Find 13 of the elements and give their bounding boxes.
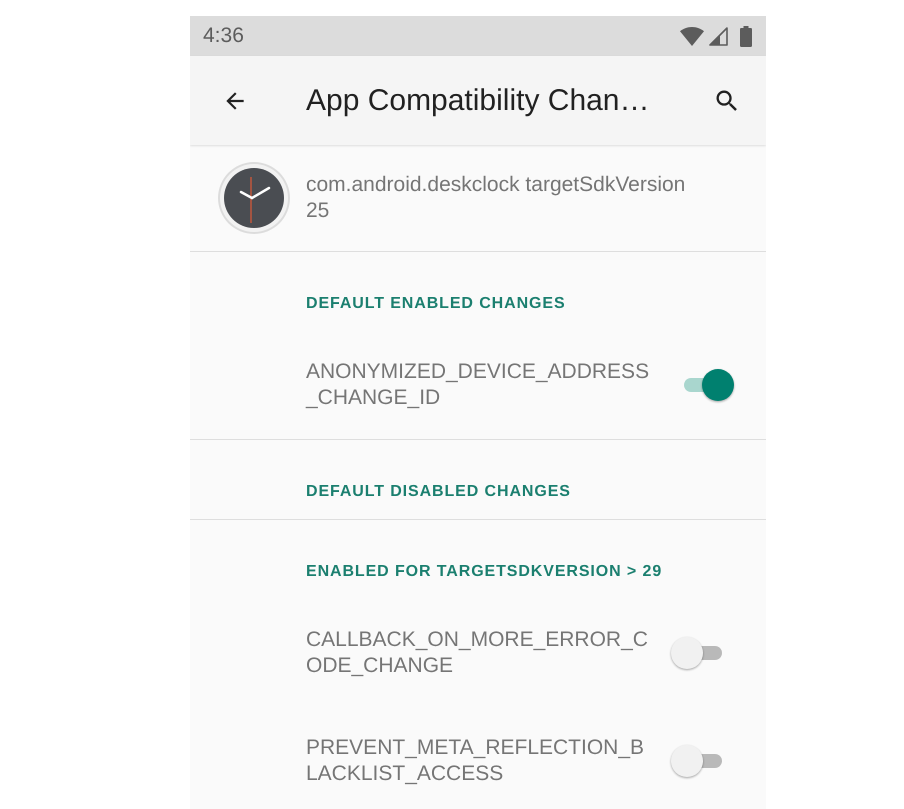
app-bar-title: App Compatibility Chan… xyxy=(306,82,650,118)
wifi-icon xyxy=(680,26,704,46)
clock-icon xyxy=(217,161,291,235)
change-id-label: PREVENT_META_REFLECTION_BLACKLIST_ACCESS xyxy=(306,735,646,787)
change-id-label: CALLBACK_ON_MORE_ERROR_CODE_CHANGE xyxy=(306,627,649,679)
signal-icon xyxy=(709,26,728,46)
section-header: DEFAULT ENABLED CHANGES xyxy=(306,295,566,312)
section-header: ENABLED FOR TARGETSDKVERSION > 29 xyxy=(306,563,662,580)
section-header: DEFAULT DISABLED CHANGES xyxy=(306,483,571,500)
change-id-label: ANONYMIZED_DEVICE_ADDRESS_CHANGE_ID xyxy=(306,359,650,411)
status-time: 4:36 xyxy=(203,23,244,50)
battery-icon xyxy=(740,26,752,46)
app-package-label: com.android.deskclock targetSdkVersion 25 xyxy=(306,172,686,224)
